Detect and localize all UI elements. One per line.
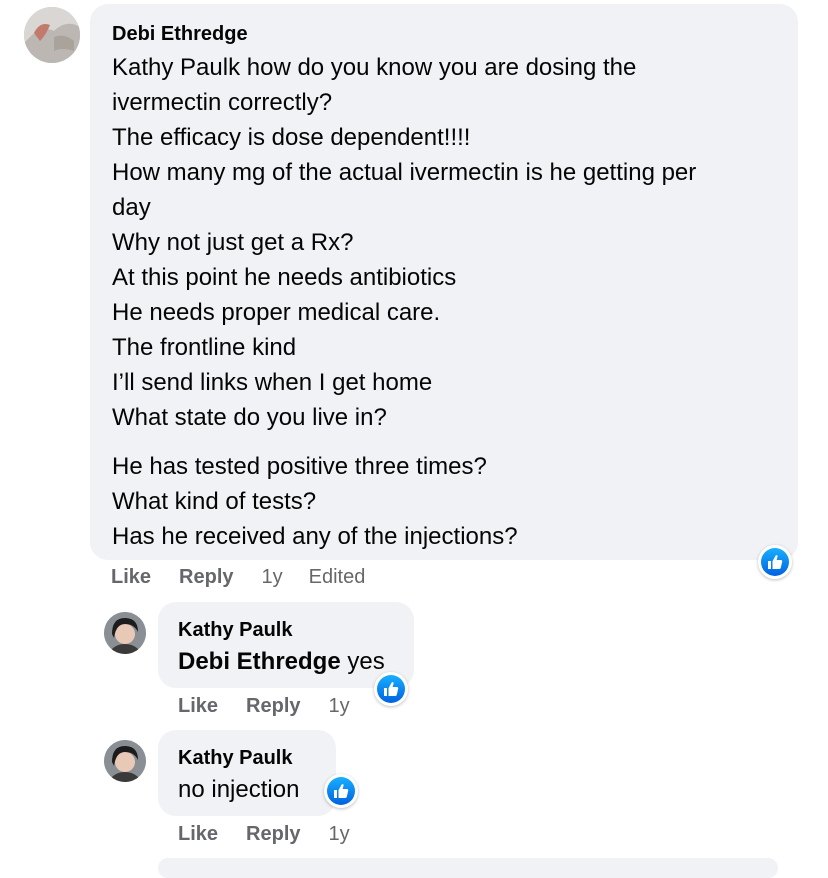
comment-line: He needs proper medical care.	[112, 299, 441, 326]
comment-line: The efficacy is dose dependent!!!!	[112, 124, 471, 151]
comment-author[interactable]: Debi Ethredge	[112, 22, 798, 46]
edited-label[interactable]: Edited	[309, 566, 366, 589]
comment-line: I’ll send links when I get home	[112, 369, 433, 396]
comment-line: Debi Ethredge yes	[178, 644, 414, 679]
comment-line: He has tested positive three times?	[112, 453, 487, 480]
comment-bubble-1: Debi Ethredge Kathy Paulk how do you kno…	[90, 4, 798, 560]
reaction-badge[interactable]	[324, 774, 358, 808]
comment-line: Has he received any of the injections?	[112, 523, 518, 550]
comment-actions-1: Like Reply 1y Edited	[111, 566, 365, 589]
like-button[interactable]: Like	[178, 695, 218, 718]
next-comment-bubble-edge	[158, 858, 778, 878]
avatar-kathy-paulk[interactable]	[104, 740, 146, 782]
comment-actions-2: Like Reply 1y	[178, 695, 350, 718]
comment-bubble-2: Kathy Paulk Debi Ethredge yes	[158, 602, 414, 688]
comment-author[interactable]: Kathy Paulk	[178, 746, 336, 770]
comment-line-text: yes	[340, 648, 385, 675]
timestamp[interactable]: 1y	[329, 823, 350, 846]
like-icon	[334, 784, 349, 798]
like-button[interactable]: Like	[111, 566, 151, 589]
comment-text: no injection	[178, 772, 336, 807]
like-icon	[768, 555, 783, 569]
comment-text: Debi Ethredge yes	[178, 644, 414, 679]
profile-photo	[104, 612, 146, 654]
profile-photo	[104, 740, 146, 782]
comment-line: Why not just get a Rx?	[112, 229, 354, 256]
comment-actions-3: Like Reply 1y	[178, 823, 350, 846]
comment-line: Kathy Paulk how do you know you are dosi…	[112, 54, 637, 81]
comment-line: How many mg of the actual ivermectin is …	[112, 159, 697, 186]
mention-link[interactable]: Debi Ethredge	[178, 648, 341, 675]
comment-line: What state do you live in?	[112, 404, 387, 431]
comment-line: ivermectin correctly?	[112, 89, 333, 116]
reply-button[interactable]: Reply	[246, 695, 300, 718]
comment-line: The frontline kind	[112, 334, 297, 361]
profile-photo	[24, 7, 80, 63]
comment-line: What kind of tests?	[112, 488, 317, 515]
avatar-kathy-paulk[interactable]	[104, 612, 146, 654]
reply-button[interactable]: Reply	[246, 823, 300, 846]
comment-line: no injection	[178, 776, 300, 803]
comment-line: day	[112, 194, 151, 221]
reaction-badge[interactable]	[758, 545, 792, 579]
reaction-badge[interactable]	[374, 672, 408, 706]
like-button[interactable]: Like	[178, 823, 218, 846]
like-icon	[384, 682, 399, 696]
reply-button[interactable]: Reply	[179, 566, 233, 589]
comment-line: At this point he needs antibiotics	[112, 264, 457, 291]
comment-text: Kathy Paulk how do you know you are dosi…	[112, 50, 798, 554]
comment-author[interactable]: Kathy Paulk	[178, 618, 414, 642]
timestamp[interactable]: 1y	[329, 695, 350, 718]
timestamp[interactable]: 1y	[262, 566, 283, 589]
avatar-debi-ethredge[interactable]	[24, 7, 80, 63]
comment-bubble-3: Kathy Paulk no injection	[158, 730, 336, 816]
